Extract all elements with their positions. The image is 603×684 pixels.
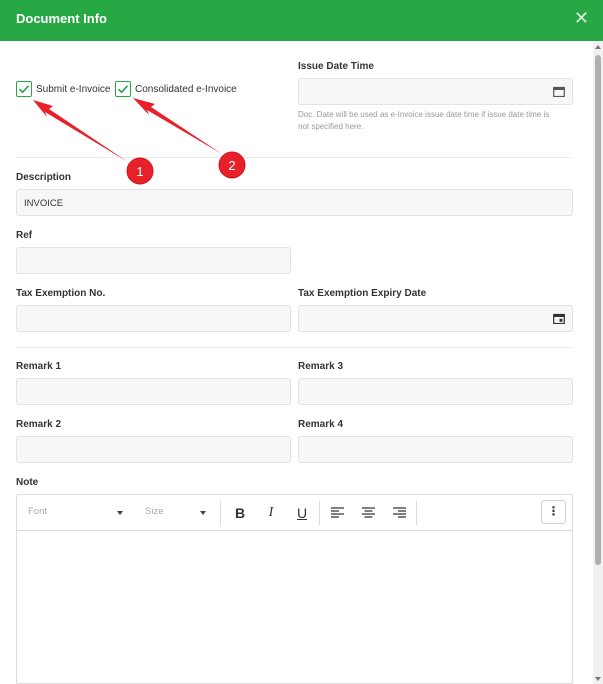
align-right-icon[interactable]	[393, 507, 406, 518]
consolidated-einvoice-label: Consolidated e-Invoice	[135, 84, 237, 95]
scrollbar[interactable]	[593, 41, 603, 684]
toolbar-separator	[416, 501, 417, 525]
remark1-label: Remark 1	[16, 361, 62, 372]
align-left-icon[interactable]	[331, 507, 344, 518]
calendar-icon[interactable]	[553, 86, 565, 97]
tax-exemption-no-input[interactable]	[16, 305, 291, 332]
size-select[interactable]: Size	[145, 506, 163, 517]
toolbar-separator	[220, 501, 221, 525]
remark3-input[interactable]	[298, 378, 573, 405]
editor-toolbar: Font Size B I U ⋮	[17, 495, 572, 531]
check-icon	[117, 85, 129, 94]
remark2-label: Remark 2	[16, 419, 62, 430]
chevron-down-icon[interactable]	[200, 511, 206, 515]
ref-label: Ref	[16, 230, 33, 241]
scroll-thumb[interactable]	[595, 55, 601, 565]
italic-button[interactable]: I	[262, 504, 280, 522]
dialog-title: Document Info	[16, 11, 107, 26]
remark1-input[interactable]	[16, 378, 291, 405]
issue-date-hint-line1: Doc. Date will be used as e-Invoice issu…	[298, 110, 550, 119]
issue-date-hint-line2: not specified here.	[298, 122, 364, 131]
ref-input[interactable]	[16, 247, 291, 274]
close-icon[interactable]: ✕	[574, 8, 589, 28]
more-options-button[interactable]: ⋮	[541, 500, 566, 524]
scroll-up-arrow[interactable]	[595, 45, 601, 49]
font-select[interactable]: Font	[28, 506, 47, 517]
dialog-header: Document Info ✕	[0, 0, 603, 41]
section-divider	[16, 347, 572, 348]
submit-einvoice-label: Submit e-Invoice	[36, 84, 111, 95]
scroll-down-arrow[interactable]	[595, 677, 601, 681]
toolbar-separator	[319, 501, 320, 525]
description-label: Description	[16, 172, 72, 183]
note-editor[interactable]: Font Size B I U ⋮	[16, 494, 573, 684]
issue-date-label: Issue Date Time	[298, 61, 374, 72]
description-input[interactable]: INVOICE	[16, 189, 573, 216]
tax-exemption-expiry-label: Tax Exemption Expiry Date	[298, 288, 427, 299]
tax-exemption-expiry-input[interactable]	[298, 305, 573, 332]
issue-date-input[interactable]	[298, 78, 573, 105]
check-icon	[18, 85, 30, 94]
underline-button[interactable]: U	[293, 504, 311, 522]
remark4-input[interactable]	[298, 436, 573, 463]
chevron-down-icon[interactable]	[117, 511, 123, 515]
remark2-input[interactable]	[16, 436, 291, 463]
note-label: Note	[16, 477, 39, 488]
remark4-label: Remark 4	[298, 419, 344, 430]
tax-exemption-no-label: Tax Exemption No.	[16, 288, 106, 299]
align-center-icon[interactable]	[362, 507, 375, 518]
remark3-label: Remark 3	[298, 361, 344, 372]
consolidated-einvoice-checkbox[interactable]	[115, 81, 131, 97]
bold-button[interactable]: B	[231, 504, 249, 522]
section-divider	[16, 157, 572, 158]
submit-einvoice-checkbox[interactable]	[16, 81, 32, 97]
calendar-icon[interactable]	[553, 313, 565, 324]
